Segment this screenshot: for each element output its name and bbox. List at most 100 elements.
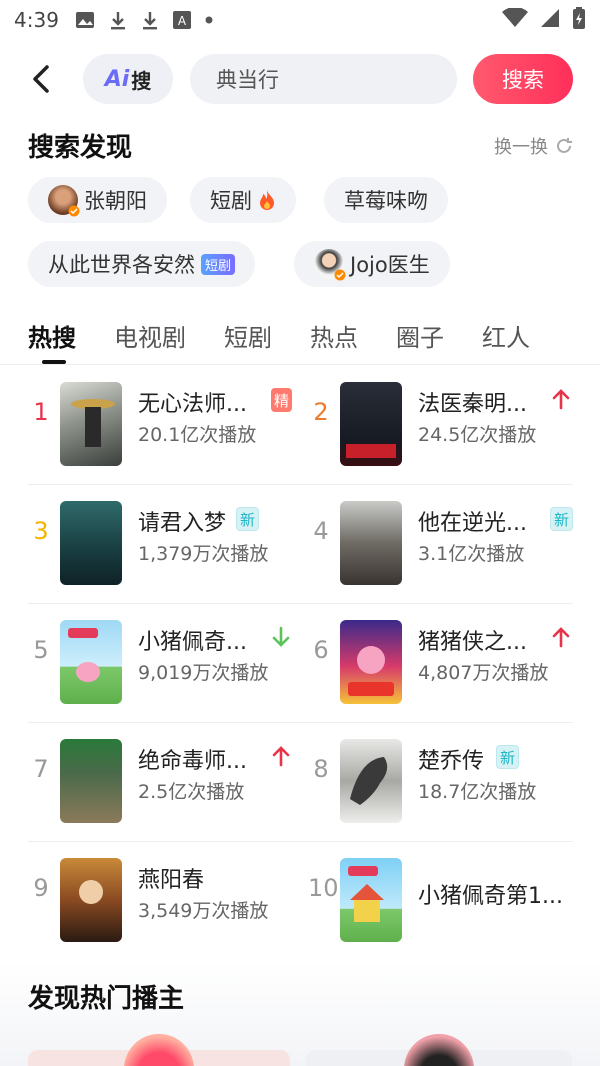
discovery-chip[interactable]: 短剧 [190,177,296,223]
ranking-title: 燕阳春 [138,868,205,893]
ranking-item[interactable]: 8 楚乔传 18.7亿次播放 新 [308,727,578,827]
poster-image [60,382,122,466]
poster-image [60,858,122,942]
wifi-icon [502,6,528,32]
short-drama-badge: 短剧 [201,253,236,275]
ranking-title: 法医秦明... [418,392,527,417]
discovery-chip[interactable]: 从此世界各安然 短剧 [28,241,256,287]
rank-number: 2 [313,398,329,426]
back-button[interactable] [24,62,58,96]
trend-up-icon [552,389,570,410]
ranking-item[interactable]: 5 小猪佩奇... 9,019万次播放 [28,608,298,708]
divider [28,722,573,723]
rank-number: 9 [33,874,49,902]
ranking-title: 楚乔传 [418,749,485,774]
rank-number: 3 [33,517,49,545]
ranking-title: 绝命毒师... [138,749,247,774]
divider [0,364,600,365]
poster-image [340,501,402,585]
ranking-plays: 3.1亿次播放 [418,543,525,565]
ranking-item[interactable]: 6 猪猪侠之... 4,807万次播放 [308,608,578,708]
poster-image [340,739,402,823]
divider [28,603,573,604]
chip-label: 从此世界各安然 [48,253,195,277]
divider [28,484,573,485]
ranking-plays: 20.1亿次播放 [138,424,257,446]
ranking-item[interactable]: 2 法医秦明... 24.5亿次播放 [308,370,578,470]
ranking-plays: 24.5亿次播放 [418,424,537,446]
ranking-plays: 9,019万次播放 [138,662,269,684]
ranking-title: 小猪佩奇第1... [418,884,563,909]
divider [28,841,573,842]
ranking-item[interactable]: 10 小猪佩奇第1... [308,846,578,946]
ranking-title: 猪猪侠之... [418,630,527,655]
discovery-chip[interactable]: 草莓味吻 [324,177,448,223]
ranking-plays: 4,807万次播放 [418,662,549,684]
ranking-title: 无心法师... [138,392,247,417]
rank-number: 5 [33,636,49,664]
battery-icon [572,7,586,33]
rank-number: 7 [33,755,49,783]
tab-short-drama[interactable]: 短剧 [224,318,272,362]
ai-label: Ai [104,66,130,92]
poster-image [340,858,402,942]
svg-text:A: A [178,14,187,28]
status-bar: 4:39 A [0,0,600,40]
download-icon-2 [141,10,159,30]
chip-label: 草莓味吻 [344,189,428,213]
trend-up-icon [552,627,570,648]
rank-number: 10 [308,874,339,902]
refresh-button[interactable]: 换一换 [494,133,574,159]
back-arrow-icon [33,65,49,93]
ranking-item[interactable]: 4 他在逆光... 3.1亿次播放 新 [308,489,578,589]
ranking-plays: 18.7亿次播放 [418,781,537,803]
poster-image [340,620,402,704]
ranking-item[interactable]: 1 无心法师... 20.1亿次播放 精 [28,370,298,470]
avatar [314,249,346,281]
font-app-icon: A [172,11,191,29]
poster-image [60,620,122,704]
trend-up-icon [272,746,290,767]
ranking-item[interactable]: 9 燕阳春 3,549万次播放 [28,846,298,946]
ranking-title: 他在逆光... [418,511,527,536]
rank-number: 1 [33,398,49,426]
fire-icon [260,190,274,210]
download-icon [109,10,127,30]
ranking-plays: 2.5亿次播放 [138,781,245,803]
chip-label: 短剧 [210,189,252,213]
search-input[interactable] [190,54,457,104]
poster-image [340,382,402,466]
ai-search-label: 搜 [131,68,152,93]
category-tabs: 热搜 电视剧 短剧 热点 圈子 红人 [0,318,600,366]
discovery-chip[interactable]: 张朝阳 [28,177,167,223]
tab-tv-series[interactable]: 电视剧 [114,318,186,362]
tab-hot-search[interactable]: 热搜 [28,318,76,364]
avatar [48,185,80,217]
tab-influencers[interactable]: 红人 [482,318,530,362]
dot-icon [205,16,213,24]
ranking-title: 小猪佩奇... [138,630,247,655]
ranking-plays: 1,379万次播放 [138,543,269,565]
discovery-title: 搜索发现 [28,133,133,163]
rank-number: 6 [313,636,329,664]
rank-number: 4 [313,517,329,545]
trend-down-icon [272,626,290,647]
new-badge: 新 [550,507,574,531]
tab-circles[interactable]: 圈子 [396,318,444,362]
poster-image [60,501,122,585]
discovery-chip[interactable]: Jojo医生 [294,241,450,287]
ranking-title: 请君入梦 [138,511,227,536]
ranking-item[interactable]: 3 请君入梦 1,379万次播放 新 [28,489,298,589]
gallery-icon [75,11,95,29]
ranking-item[interactable]: 7 绝命毒师... 2.5亿次播放 [28,727,298,827]
ranking-plays: 3,549万次播放 [138,900,269,922]
search-bar: Ai 搜 搜索 [0,50,600,108]
refresh-label: 换一换 [494,137,548,158]
ai-search-button[interactable]: Ai 搜 [83,54,173,104]
status-time: 4:39 [14,8,59,32]
search-button[interactable]: 搜索 [473,54,573,104]
featured-badge: 精 [271,388,293,412]
tab-trending[interactable]: 热点 [310,318,358,362]
new-badge: 新 [496,745,520,769]
chip-label: 张朝阳 [84,189,147,213]
